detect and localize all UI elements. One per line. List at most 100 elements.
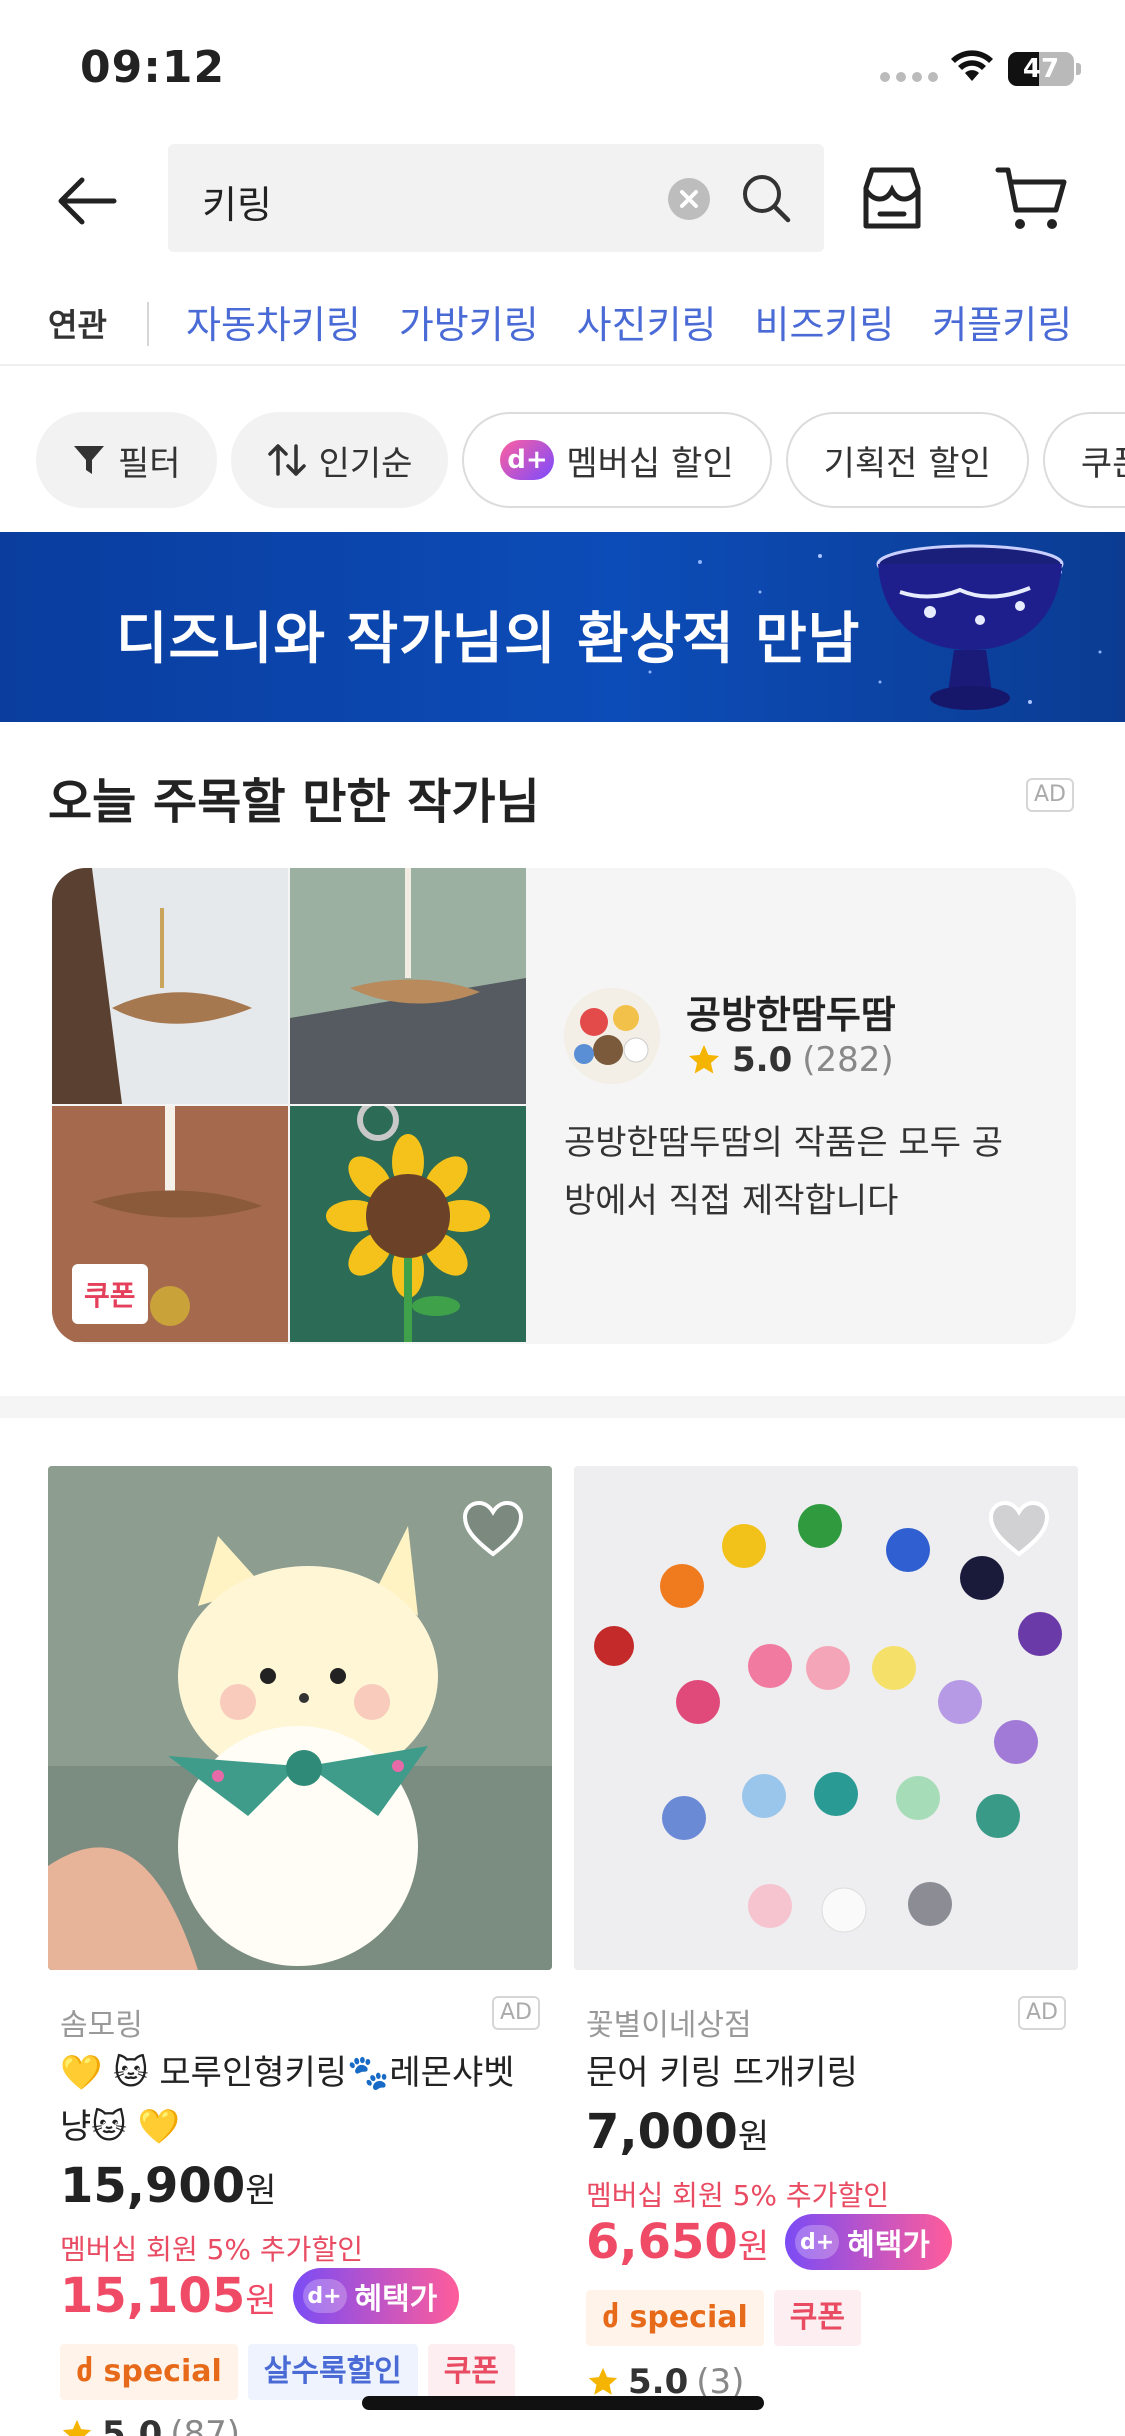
- product-card[interactable]: 솜모링 AD 💛 🐱 모루인형키링🐾레몬샤벳냥🐱 💛 15,900원 멤버십 회…: [48, 1466, 552, 2436]
- coupon-chip-label: 쿠폰: [1080, 443, 1125, 484]
- back-arrow-icon[interactable]: [52, 166, 122, 236]
- battery-level: 47: [1022, 54, 1060, 84]
- search-query[interactable]: 키링: [202, 174, 272, 229]
- filter-icon: [72, 443, 106, 477]
- benefit-badge: d+ 혜택가: [292, 2268, 460, 2324]
- banner-text: 디즈니와 작가님의 환상적 만남: [116, 607, 861, 672]
- artist-description: 공방한땀두땀의 작품은 모두 공방에서 직접 제작합니다: [564, 1123, 1004, 1221]
- exhibition-chip-label: 기획전 할인: [823, 443, 991, 484]
- promo-banner[interactable]: 디즈니와 작가님의 환상적 만남: [0, 532, 1125, 722]
- star-icon: [689, 1045, 719, 1074]
- sort-chip-label: 인기순: [318, 443, 413, 484]
- bulk-discount-tag: 살수록할인: [247, 2344, 418, 2400]
- exhibition-discount-chip[interactable]: 기획전 할인: [785, 412, 1029, 508]
- product-rating-value: 5.0: [102, 2414, 163, 2436]
- product-price: 7,000원: [586, 2104, 769, 2160]
- sort-icon: [267, 442, 307, 478]
- divider: [147, 302, 149, 346]
- product-image[interactable]: [574, 1466, 1078, 1970]
- related-keywords: 연관 자동차키링 가방키링 사진키링 비즈키링 커플키링: [0, 280, 1125, 366]
- artist-name: 공방한땀두땀: [686, 993, 896, 1037]
- benefit-badge: d+ 혜택가: [785, 2214, 952, 2270]
- filter-chip-label: 필터: [118, 443, 181, 484]
- sale-price-value: 15,105: [60, 2268, 246, 2324]
- related-keyword[interactable]: 자동차키링: [186, 294, 361, 349]
- membership-chip-label: 멤버십 할인: [566, 443, 734, 484]
- membership-plus-icon: d+: [302, 2279, 347, 2313]
- featured-artist-title: 오늘 주목할 만한 작가님: [48, 774, 540, 830]
- product-thumbnail: [52, 868, 288, 1104]
- wishlist-heart-icon[interactable]: [988, 1500, 1050, 1558]
- wifi-icon: [951, 50, 993, 81]
- currency-unit: 원: [737, 2117, 770, 2157]
- related-keyword[interactable]: 사진키링: [577, 294, 717, 349]
- artist-avatar: [564, 988, 660, 1084]
- featured-artist-card[interactable]: 쿠폰 공방한땀두땀 5.0 (282) 공방한땀두땀의 작품은 모두 공방에서 …: [52, 868, 1076, 1344]
- related-keyword[interactable]: 커플키링: [932, 294, 1072, 349]
- sale-price: 15,105 원 d+ 혜택가: [60, 2268, 460, 2324]
- search-input[interactable]: 키링: [168, 144, 824, 252]
- special-tag: ძ special: [586, 2290, 764, 2346]
- wishlist-heart-icon[interactable]: [462, 1500, 524, 1558]
- coupon-tag: 쿠폰: [773, 2290, 861, 2346]
- sale-price-value: 6,650: [586, 2214, 738, 2270]
- coupon-tag: 쿠폰: [427, 2344, 515, 2400]
- product-thumbnail: 쿠폰: [52, 1106, 288, 1342]
- related-label: 연관: [48, 306, 107, 344]
- product-tags: ძ special 살수록할인 쿠폰: [60, 2344, 515, 2400]
- ad-badge: AD: [1018, 1996, 1066, 2030]
- benefit-label: 혜택가: [847, 2228, 930, 2263]
- product-title[interactable]: 문어 키링 뜨개키링: [586, 2046, 1066, 2100]
- membership-discount-chip[interactable]: d+ 멤버십 할인: [462, 412, 772, 508]
- search-header: 키링: [0, 140, 1125, 260]
- product-thumbnail: [290, 868, 526, 1104]
- sort-chip[interactable]: 인기순: [230, 412, 449, 508]
- battery-icon: 47: [1008, 52, 1081, 86]
- artist-review-count: (282): [802, 1040, 894, 1080]
- sale-price: 6,650 원 d+ 혜택가: [586, 2214, 952, 2270]
- product-tags: ძ special 쿠폰: [586, 2290, 861, 2346]
- product-card[interactable]: 꽃별이네상점 AD 문어 키링 뜨개키링 7,000원 멤버십 회원 5% 추가…: [574, 1466, 1078, 2402]
- status-bar: 09:12 47: [0, 0, 1125, 140]
- product-title[interactable]: 💛 🐱 모루인형키링🐾레몬샤벳냥🐱 💛: [60, 2046, 540, 2154]
- clear-search-icon[interactable]: [668, 178, 710, 220]
- membership-note: 멤버십 회원 5% 추가할인: [586, 2179, 889, 2212]
- product-price: 15,900원: [60, 2158, 277, 2214]
- seller-name[interactable]: 꽃별이네상점: [586, 2000, 752, 2044]
- membership-note: 멤버십 회원 5% 추가할인: [60, 2233, 363, 2266]
- bowl-image: [876, 544, 1064, 710]
- special-tag: ძ special: [60, 2344, 238, 2400]
- filter-chip[interactable]: 필터: [36, 412, 217, 508]
- filter-chips: 필터 인기순 d+ 멤버십 할인 기획전 할인 쿠폰: [36, 412, 1125, 508]
- related-keyword[interactable]: 비즈키링: [755, 294, 895, 349]
- price-value: 15,900: [60, 2158, 246, 2214]
- product-thumbnail: [290, 1106, 526, 1342]
- ad-badge: AD: [492, 1996, 540, 2030]
- seller-name[interactable]: 솜모링: [60, 2000, 143, 2044]
- currency-unit: 원: [245, 2281, 277, 2321]
- cart-icon[interactable]: [994, 162, 1070, 234]
- product-review-count: (87): [170, 2414, 241, 2436]
- search-icon[interactable]: [738, 170, 794, 226]
- benefit-label: 혜택가: [354, 2282, 438, 2317]
- product-rating: 5.0 (87): [60, 2414, 240, 2436]
- home-indicator[interactable]: [362, 2396, 764, 2410]
- product-image[interactable]: [48, 1466, 552, 1970]
- artist-image-grid: 쿠폰: [52, 868, 526, 1344]
- currency-unit: 원: [245, 2171, 277, 2211]
- ad-badge: AD: [1026, 778, 1074, 812]
- store-icon[interactable]: [856, 162, 928, 234]
- section-divider: [0, 1396, 1125, 1418]
- price-value: 7,000: [586, 2104, 738, 2160]
- coupon-chip[interactable]: 쿠폰: [1042, 412, 1125, 508]
- star-icon: [588, 2367, 618, 2395]
- membership-plus-icon: d+: [500, 440, 555, 480]
- related-keyword[interactable]: 가방키링: [399, 294, 539, 349]
- signal-icon: [880, 72, 938, 82]
- status-time: 09:12: [80, 42, 226, 93]
- artist-rating: 5.0 (282): [686, 1040, 894, 1080]
- artist-rating-value: 5.0: [732, 1040, 793, 1080]
- coupon-tag: 쿠폰: [72, 1264, 148, 1324]
- star-icon: [62, 2419, 92, 2436]
- currency-unit: 원: [737, 2227, 770, 2267]
